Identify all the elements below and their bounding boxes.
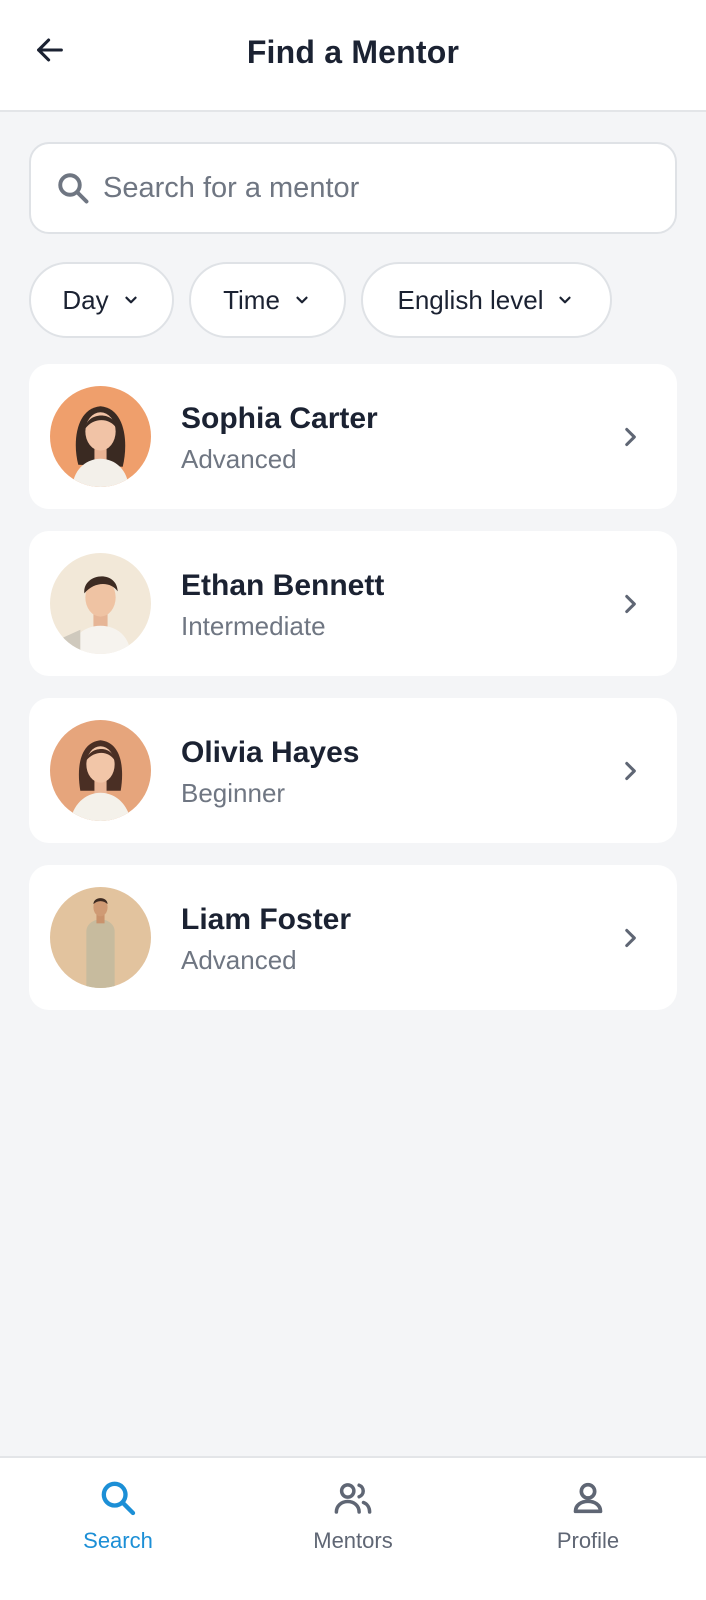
nav-mentors[interactable]: Mentors: [273, 1474, 433, 1574]
filter-day[interactable]: Day: [29, 262, 174, 338]
chevron-right-icon: [613, 754, 647, 788]
mentor-name: Olivia Hayes: [181, 736, 360, 769]
mentor-card[interactable]: Olivia Hayes Beginner: [29, 698, 677, 843]
mentor-card[interactable]: Liam Foster Advanced: [29, 865, 677, 1010]
search-icon: [53, 168, 93, 208]
top-app-bar: Find a Mentor: [0, 0, 706, 112]
mentor-card[interactable]: Ethan Bennett Intermediate: [29, 531, 677, 676]
filter-english-level[interactable]: English level: [361, 262, 612, 338]
mentor-name: Sophia Carter: [181, 402, 378, 435]
avatar: [50, 553, 151, 654]
chevron-right-icon: [613, 921, 647, 955]
mentor-level: Advanced: [181, 444, 297, 474]
chevron-down-icon: [555, 290, 575, 310]
bottom-navigation: Search Mentors Profile: [0, 1456, 706, 1600]
search-input[interactable]: [103, 158, 675, 218]
mentor-name: Liam Foster: [181, 903, 352, 936]
filter-time-label: Time: [223, 284, 280, 315]
nav-search[interactable]: Search: [38, 1474, 198, 1574]
nav-mentors-label: Mentors: [313, 1528, 393, 1553]
page-title: Find a Mentor: [246, 34, 460, 70]
mentor-level: Beginner: [181, 778, 286, 808]
nav-profile[interactable]: Profile: [508, 1474, 668, 1574]
mentor-card[interactable]: Sophia Carter Advanced: [29, 364, 677, 509]
search-icon: [94, 1474, 142, 1522]
people-icon: [329, 1474, 377, 1522]
person-icon: [564, 1474, 612, 1522]
avatar: [50, 720, 151, 821]
filter-time[interactable]: Time: [189, 262, 346, 338]
avatar: [50, 887, 151, 988]
avatar: [50, 386, 151, 487]
mentor-level: Advanced: [181, 945, 297, 975]
nav-search-label: Search: [83, 1528, 153, 1553]
chevron-down-icon: [121, 290, 141, 310]
search-bar[interactable]: [29, 142, 677, 234]
filter-day-label: Day: [62, 284, 109, 315]
app-root: Find a Mentor Day Time English level: [0, 0, 706, 1600]
filter-english-level-label: English level: [397, 284, 544, 315]
chevron-right-icon: [613, 587, 647, 621]
chevron-right-icon: [613, 420, 647, 454]
mentor-name: Ethan Bennett: [181, 569, 385, 602]
nav-profile-label: Profile: [556, 1528, 620, 1553]
chevron-down-icon: [292, 290, 312, 310]
mentor-level: Intermediate: [181, 611, 326, 641]
